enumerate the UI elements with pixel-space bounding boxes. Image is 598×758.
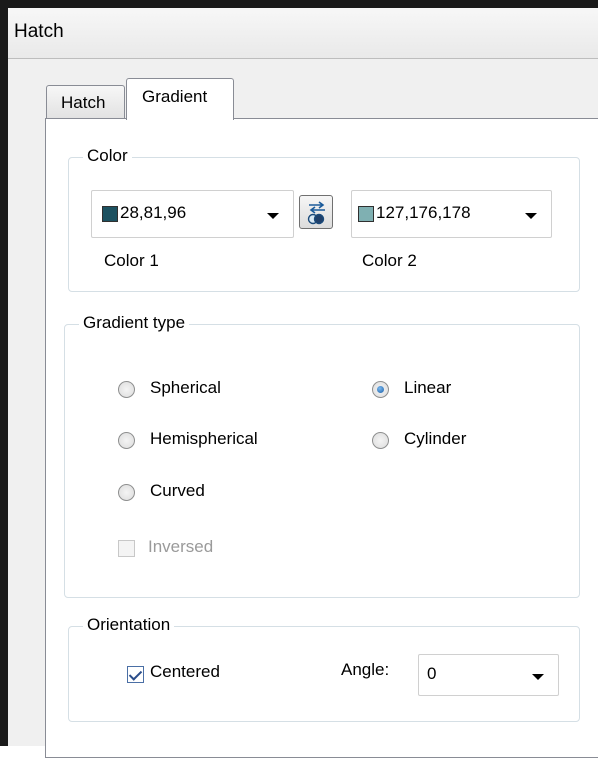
centered-label: Centered xyxy=(150,662,220,681)
radio-spherical[interactable] xyxy=(118,381,135,398)
angle-label: Angle: xyxy=(341,660,390,679)
radio-spherical-label: Spherical xyxy=(150,378,221,397)
tab-gradient-label: Gradient xyxy=(142,87,208,106)
angle-combobox[interactable]: 0 xyxy=(418,654,559,696)
checkmark-icon xyxy=(128,667,143,681)
radio-linear[interactable] xyxy=(372,381,389,398)
angle-value: 0 xyxy=(427,664,437,683)
color1-combobox[interactable]: 28,81,96 xyxy=(91,190,294,238)
centered-checkbox[interactable] xyxy=(127,666,144,683)
window-border-left xyxy=(0,0,8,746)
tab-hatch-label: Hatch xyxy=(61,93,106,112)
color1-caption: Color 1 xyxy=(104,251,159,270)
radio-hemispherical[interactable] xyxy=(118,432,135,449)
title-bar[interactable]: Hatch xyxy=(8,8,598,59)
color2-combobox[interactable]: 127,176,178 xyxy=(351,190,552,238)
color1-value: 28,81,96 xyxy=(120,203,187,222)
radio-cylinder-label: Cylinder xyxy=(404,429,467,448)
gradient-type-groupbox: Gradient type xyxy=(64,313,580,598)
radio-hemispherical-label: Hemispherical xyxy=(150,429,258,448)
inversed-label: Inversed xyxy=(148,537,214,556)
gradient-type-legend: Gradient type xyxy=(79,313,190,333)
chevron-down-icon xyxy=(525,213,537,219)
color-group-legend: Color xyxy=(83,146,132,166)
color2-swatch xyxy=(358,206,374,222)
swap-colors-icon xyxy=(307,201,325,225)
window-title: Hatch xyxy=(14,21,64,42)
orientation-legend: Orientation xyxy=(83,615,175,635)
chevron-down-icon xyxy=(267,213,279,219)
radio-cylinder[interactable] xyxy=(372,432,389,449)
color2-caption: Color 2 xyxy=(362,251,417,270)
color1-swatch xyxy=(102,206,118,222)
swap-colors-button[interactable] xyxy=(299,195,333,229)
inversed-checkbox[interactable] xyxy=(118,540,135,557)
radio-curved-label: Curved xyxy=(150,481,205,500)
radio-curved[interactable] xyxy=(118,484,135,501)
color2-value: 127,176,178 xyxy=(376,203,471,222)
radio-linear-label: Linear xyxy=(404,378,452,397)
window-border-top xyxy=(0,0,598,8)
tab-gradient[interactable]: Gradient xyxy=(126,78,234,120)
chevron-down-icon xyxy=(532,674,544,680)
tab-hatch[interactable]: Hatch xyxy=(46,85,125,118)
